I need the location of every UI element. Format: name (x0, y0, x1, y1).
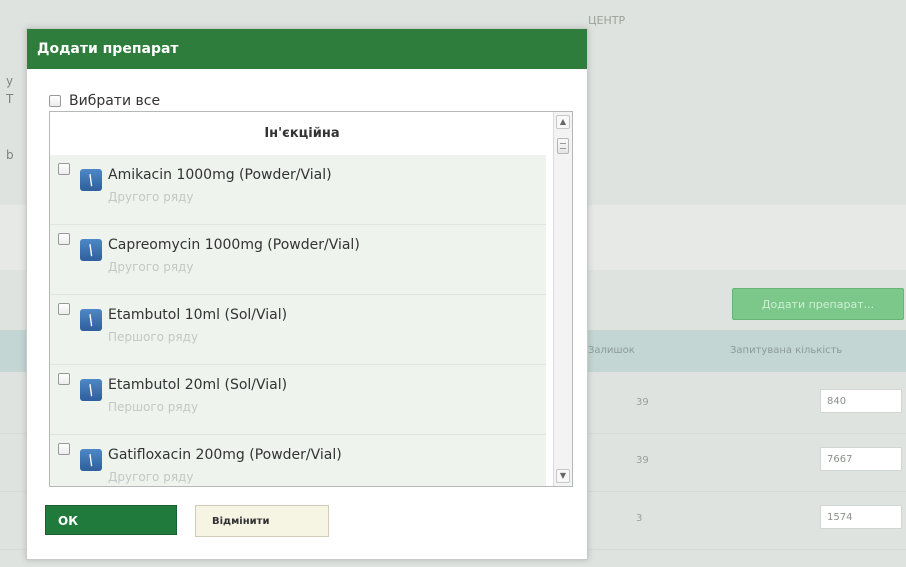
page-title-text: ЦЕНТР (588, 14, 626, 27)
list-item[interactable]: / Capreomycin 1000mg (Powder/Vial) Друго… (50, 225, 546, 295)
drug-line: Першого ряду (108, 400, 199, 414)
drug-list[interactable]: Ін'єкційна / Amikacin 1000mg (Powder/Via… (49, 111, 573, 487)
item-checkbox[interactable] (58, 303, 70, 315)
ok-button[interactable]: ОК (45, 505, 177, 535)
syringe-icon: / (80, 169, 102, 191)
checkbox[interactable] (49, 95, 61, 107)
left-fragment-1: y (6, 74, 14, 88)
drug-line: Другого ряду (108, 190, 194, 204)
drug-name: Etambutol 20ml (Sol/Vial) (108, 377, 288, 393)
row-count: 39 (636, 397, 649, 408)
add-drug-button[interactable]: Додати препарат... (732, 288, 904, 320)
drug-name: Amikacin 1000mg (Powder/Vial) (108, 167, 332, 183)
drug-name: Gatifloxacin 200mg (Powder/Vial) (108, 447, 342, 463)
dialog-title: Додати препарат (27, 29, 587, 69)
add-drug-dialog: Додати препарат Вибрати все Ін'єкційна /… (26, 28, 588, 560)
item-checkbox[interactable] (58, 233, 70, 245)
list-item[interactable]: / Etambutol 10ml (Sol/Vial) Першого ряду (50, 295, 546, 365)
quantity-input[interactable]: 7667 (820, 447, 902, 471)
syringe-icon: / (80, 239, 102, 261)
group-label: Ін'єкційна (50, 112, 554, 154)
left-fragment-3: b (6, 148, 14, 162)
item-checkbox[interactable] (58, 373, 70, 385)
drug-line: Другого ряду (108, 260, 194, 274)
row-count: 3 (636, 513, 643, 524)
quantity-input[interactable]: 840 (820, 389, 902, 413)
drug-line: Першого ряду (108, 330, 199, 344)
syringe-icon: / (80, 379, 102, 401)
list-item[interactable]: / Etambutol 20ml (Sol/Vial) Першого ряду (50, 365, 546, 435)
scrollbar-thumb[interactable] (557, 138, 569, 154)
left-fragment-2: T (6, 92, 14, 106)
row-count: 39 (636, 455, 649, 466)
arrow-up-icon[interactable]: ▲ (556, 115, 570, 129)
select-all-label: Вибрати все (69, 93, 161, 109)
arrow-down-icon[interactable]: ▼ (556, 469, 570, 483)
syringe-icon: / (80, 449, 102, 471)
item-checkbox[interactable] (58, 443, 70, 455)
syringe-icon: / (80, 309, 102, 331)
select-all-checkbox[interactable]: Вибрати все (49, 93, 160, 109)
column-header-count: Залишок (588, 345, 635, 356)
drug-name: Capreomycin 1000mg (Powder/Vial) (108, 237, 360, 253)
drug-line: Другого ряду (108, 470, 194, 484)
column-header-quantity: Запитувана кількість (730, 345, 843, 356)
drug-name: Etambutol 10ml (Sol/Vial) (108, 307, 288, 323)
list-item[interactable]: / Amikacin 1000mg (Powder/Vial) Другого … (50, 155, 546, 225)
quantity-input[interactable]: 1574 (820, 505, 902, 529)
scrollbar[interactable]: ▲ ▼ (553, 112, 572, 486)
cancel-button[interactable]: Відмінити (195, 505, 329, 537)
list-item[interactable]: / Gatifloxacin 200mg (Powder/Vial) Друго… (50, 435, 546, 486)
item-checkbox[interactable] (58, 163, 70, 175)
